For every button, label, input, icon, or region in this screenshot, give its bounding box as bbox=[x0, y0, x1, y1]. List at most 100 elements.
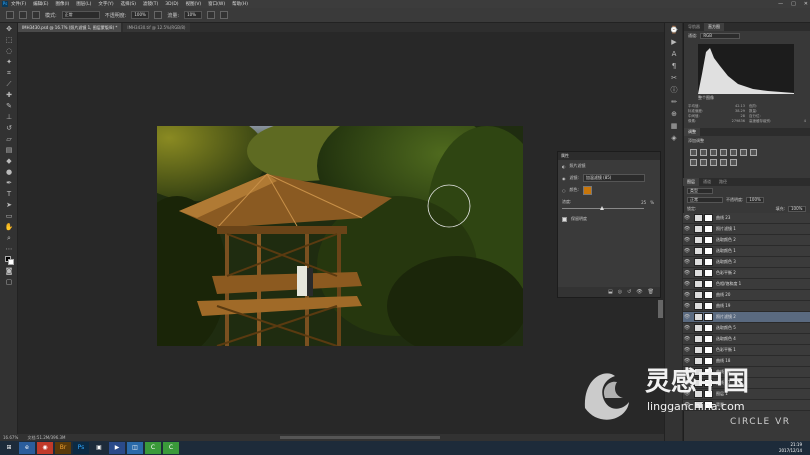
tab-channels[interactable]: 通道 bbox=[699, 178, 715, 186]
zoom-tool-icon[interactable]: ⌕ bbox=[4, 233, 14, 243]
menu-filter[interactable]: 滤镜(T) bbox=[143, 1, 158, 7]
eye-icon[interactable]: 👁 bbox=[683, 226, 691, 232]
screen-mode-icon[interactable]: ▢ bbox=[4, 277, 14, 287]
system-clock[interactable]: 21:19 2017/12/14 bbox=[779, 442, 802, 454]
layer-row[interactable]: 👁 选取颜色 2 bbox=[683, 235, 810, 246]
swatches-icon[interactable]: ▦ bbox=[669, 121, 679, 131]
vertical-scrollbar[interactable] bbox=[658, 300, 663, 318]
opacity-input[interactable]: 100% bbox=[131, 11, 150, 19]
quick-mask-icon[interactable]: ◙ bbox=[4, 266, 14, 276]
channel-select[interactable]: RGB bbox=[700, 33, 741, 39]
eye-icon[interactable]: 👁 bbox=[683, 325, 691, 331]
delete-icon[interactable]: 🗑 bbox=[648, 289, 654, 295]
layer-row[interactable]: 👁 照片滤镜 2 bbox=[683, 312, 810, 323]
eye-icon[interactable]: 👁 bbox=[683, 303, 691, 309]
eye-icon[interactable]: 👁 bbox=[683, 248, 691, 254]
layer-row[interactable]: 👁 照片滤镜 1 bbox=[683, 224, 810, 235]
layer-row[interactable]: 👁 选取颜色 5 bbox=[683, 323, 810, 334]
visibility-icon[interactable]: 👁 bbox=[636, 289, 642, 295]
menu-layer[interactable]: 图层(L) bbox=[76, 1, 91, 7]
taskbar-app-8[interactable]: ◫ bbox=[127, 442, 143, 454]
menu-3d[interactable]: 3D(D) bbox=[165, 2, 178, 7]
paragraph-icon[interactable]: ¶ bbox=[669, 61, 679, 71]
filter-radio-icon[interactable]: ◉ bbox=[562, 176, 566, 181]
view-previous-icon[interactable]: ◎ bbox=[618, 289, 622, 295]
taskbar-app-7[interactable]: ▶ bbox=[109, 442, 125, 454]
curves-icon[interactable] bbox=[710, 149, 717, 156]
lookup-icon[interactable] bbox=[720, 159, 727, 166]
mixer-icon[interactable] bbox=[710, 159, 717, 166]
tools-preset-icon[interactable]: ✂ bbox=[669, 73, 679, 83]
taskbar-app-6[interactable]: ▣ bbox=[91, 442, 107, 454]
lasso-tool-icon[interactable]: ◌ bbox=[4, 46, 14, 56]
minimize-button[interactable]: — bbox=[778, 1, 783, 7]
layer-row[interactable]: 👁 选取颜色 4 bbox=[683, 334, 810, 345]
menu-image[interactable]: 图像(I) bbox=[55, 1, 69, 7]
taskbar-bridge[interactable]: Br bbox=[55, 442, 71, 454]
document-image[interactable] bbox=[157, 126, 523, 346]
levels-icon[interactable] bbox=[700, 149, 707, 156]
airbrush-icon[interactable] bbox=[207, 11, 216, 19]
taskbar-app-10[interactable]: C bbox=[163, 442, 179, 454]
eye-icon[interactable]: 👁 bbox=[683, 292, 691, 298]
reset-icon[interactable]: ↺ bbox=[627, 289, 631, 295]
blend-select[interactable]: 正常 bbox=[687, 196, 723, 203]
exposure-icon[interactable] bbox=[720, 149, 727, 156]
tab-document-2[interactable]: IMH3430.tif @ 12.5%(RGB/8) bbox=[123, 23, 190, 32]
flow-input[interactable]: 10% bbox=[184, 11, 203, 19]
color-swatch[interactable] bbox=[582, 185, 592, 195]
layer-row[interactable]: 👁 曲线 23 bbox=[683, 213, 810, 224]
close-button[interactable]: ✕ bbox=[804, 1, 808, 7]
tab-paths[interactable]: 路径 bbox=[715, 178, 731, 186]
character-icon[interactable]: A bbox=[669, 49, 679, 59]
photo-filter-adj-icon[interactable] bbox=[700, 159, 707, 166]
pressure-size-icon[interactable] bbox=[220, 11, 229, 19]
layer-row[interactable]: 👁 曲线 19 bbox=[683, 301, 810, 312]
eye-icon[interactable]: 👁 bbox=[683, 314, 691, 320]
invert-icon[interactable] bbox=[730, 159, 737, 166]
mode-select[interactable]: 正常 bbox=[61, 11, 100, 19]
eyedropper-icon[interactable]: ⟋ bbox=[4, 79, 14, 89]
eye-icon[interactable]: 👁 bbox=[683, 347, 691, 353]
density-value[interactable]: 25 bbox=[641, 200, 646, 205]
preserve-luminosity-checkbox[interactable] bbox=[562, 216, 567, 222]
path-select-icon[interactable]: ➤ bbox=[4, 200, 14, 210]
brush-tool-icon[interactable]: ✎ bbox=[4, 101, 14, 111]
balance-icon[interactable] bbox=[750, 149, 757, 156]
layer-row[interactable]: 👁 色彩平衡 2 bbox=[683, 268, 810, 279]
layer-row[interactable]: 👁 色相/饱和度 1 bbox=[683, 279, 810, 290]
layer-opacity-input[interactable]: 100% bbox=[746, 196, 765, 203]
tab-histogram[interactable]: 直方图 bbox=[704, 23, 724, 31]
history-icon[interactable]: ⌚ bbox=[669, 25, 679, 35]
hand-tool-icon[interactable]: ✋ bbox=[4, 222, 14, 232]
more-tools-icon[interactable]: ⋯ bbox=[4, 244, 14, 254]
dodge-tool-icon[interactable]: ● bbox=[4, 167, 14, 177]
filter-select[interactable]: 加温滤镜 (85) bbox=[582, 174, 645, 182]
brightness-icon[interactable] bbox=[690, 149, 697, 156]
menu-file[interactable]: 文件(F) bbox=[11, 1, 26, 7]
vibrance-icon[interactable] bbox=[730, 149, 737, 156]
density-slider[interactable] bbox=[562, 206, 644, 210]
type-tool-icon[interactable]: T bbox=[4, 189, 14, 199]
eye-icon[interactable]: 👁 bbox=[683, 237, 691, 243]
bw-icon[interactable] bbox=[690, 159, 697, 166]
healing-brush-icon[interactable]: ✚ bbox=[4, 90, 14, 100]
taskbar-photoshop[interactable]: Ps bbox=[73, 442, 89, 454]
layer-row[interactable]: 👁 曲线 20 bbox=[683, 290, 810, 301]
fill-input[interactable]: 100% bbox=[788, 205, 806, 212]
start-button[interactable]: ⊞ bbox=[1, 442, 17, 454]
shape-tool-icon[interactable]: ▭ bbox=[4, 211, 14, 221]
eye-icon[interactable]: 👁 bbox=[683, 259, 691, 265]
history-brush-icon[interactable]: ↺ bbox=[4, 123, 14, 133]
crop-tool-icon[interactable]: ⌗ bbox=[4, 68, 14, 78]
clone-source-icon[interactable]: ⊕ bbox=[669, 109, 679, 119]
eye-icon[interactable]: 👁 bbox=[683, 270, 691, 276]
tab-layers[interactable]: 图层 bbox=[683, 178, 699, 186]
zoom-level[interactable]: 16.67% bbox=[3, 435, 18, 440]
move-tool-icon[interactable]: ✥ bbox=[4, 24, 14, 34]
menu-edit[interactable]: 编辑(E) bbox=[33, 1, 48, 7]
brush-panel-icon[interactable] bbox=[32, 11, 40, 19]
menu-select[interactable]: 选择(S) bbox=[121, 1, 136, 7]
marquee-tool-icon[interactable]: ⬚ bbox=[4, 35, 14, 45]
brush-tool-icon[interactable] bbox=[6, 11, 14, 19]
